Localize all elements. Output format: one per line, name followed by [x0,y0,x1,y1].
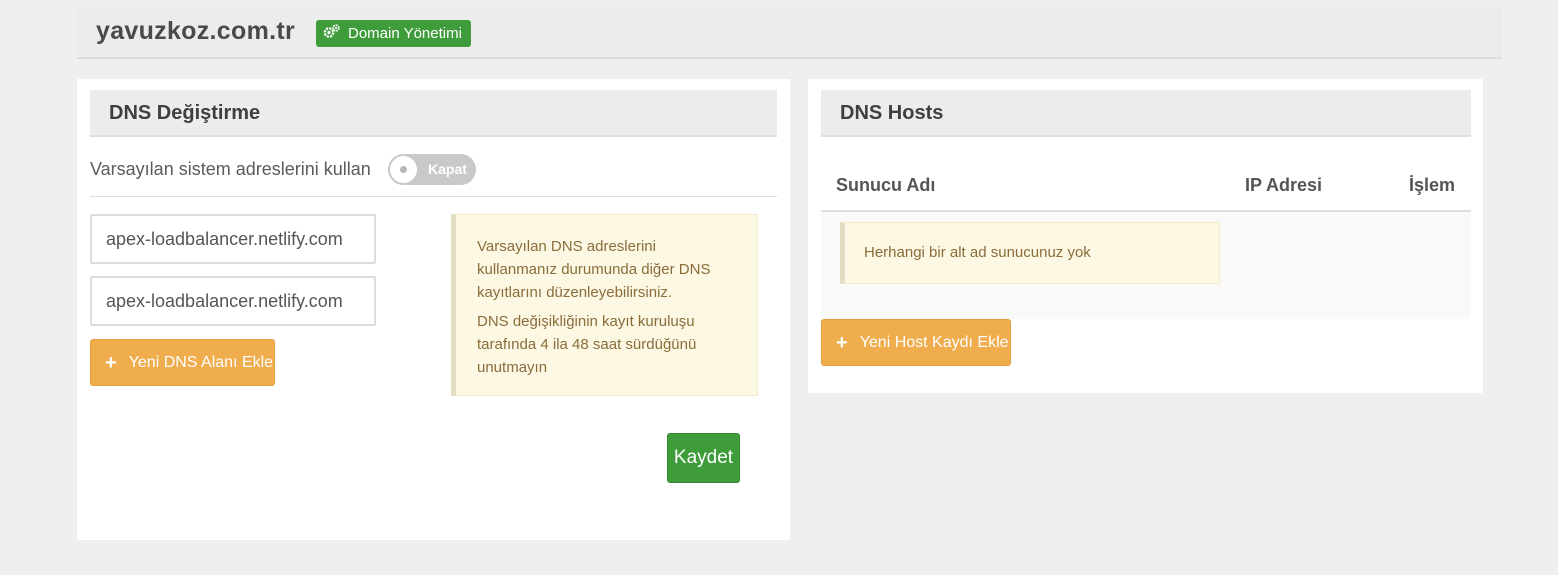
add-host-record-label: Yeni Host Kaydı Ekle [859,333,1009,351]
column-host-name: Sunucu Adı [836,175,936,195]
default-dns-toggle-label: Varsayılan sistem adreslerini kullan [90,159,371,179]
plus-icon: + [836,331,848,354]
toggle-knob [390,156,417,183]
hosts-table-header: Sunucu Adı IP Adresi İşlem [821,162,1471,212]
page-header: yavuzkoz.com.tr Domain Yönetimi [77,7,1502,59]
add-dns-field-label: Yeni DNS Alanı Ekle [128,353,274,371]
info-text-1: Varsayılan DNS adreslerini kullanmanız d… [477,238,711,301]
dns-change-panel-header: DNS Değiştirme [90,90,777,137]
column-ip-address: IP Adresi [1245,175,1323,195]
plus-icon: + [105,351,117,374]
no-hosts-alert: Herhangi bir alt ad sunucunuz yok [840,222,1220,284]
default-dns-toggle[interactable]: Kapat [388,154,476,185]
domain-management-button[interactable]: Domain Yönetimi [316,20,471,47]
dns-hosts-panel: DNS Hosts Sunucu Adı IP Adresi İşlem Her… [808,79,1483,393]
domain-title: yavuzkoz.com.tr [96,17,296,45]
nameserver-1-input[interactable] [90,214,376,264]
domain-management-label: Domain Yönetimi [348,25,462,42]
gears-icon [323,24,340,43]
nameserver-2-input[interactable] [90,276,376,326]
save-button[interactable]: Kaydet [667,433,740,483]
dns-info-alert: Varsayılan DNS adreslerini kullanmanız d… [451,214,758,396]
toggle-state-label: Kapat [428,161,467,177]
column-action: İşlem [1409,175,1456,195]
dns-hosts-panel-header: DNS Hosts [821,90,1471,137]
dns-change-panel: DNS Değiştirme Varsayılan sistem adresle… [77,79,790,540]
add-host-record-button[interactable]: + Yeni Host Kaydı Ekle [821,319,1011,366]
info-text-2: DNS değişikliğinin kayıt kuruluşu tarafı… [477,313,697,376]
hosts-table-body: Herhangi bir alt ad sunucunuz yok [821,212,1471,319]
dns-change-title: DNS Değiştirme [109,102,261,124]
dns-hosts-title: DNS Hosts [840,102,944,124]
add-dns-field-button[interactable]: + Yeni DNS Alanı Ekle [90,339,275,386]
divider [90,196,777,197]
